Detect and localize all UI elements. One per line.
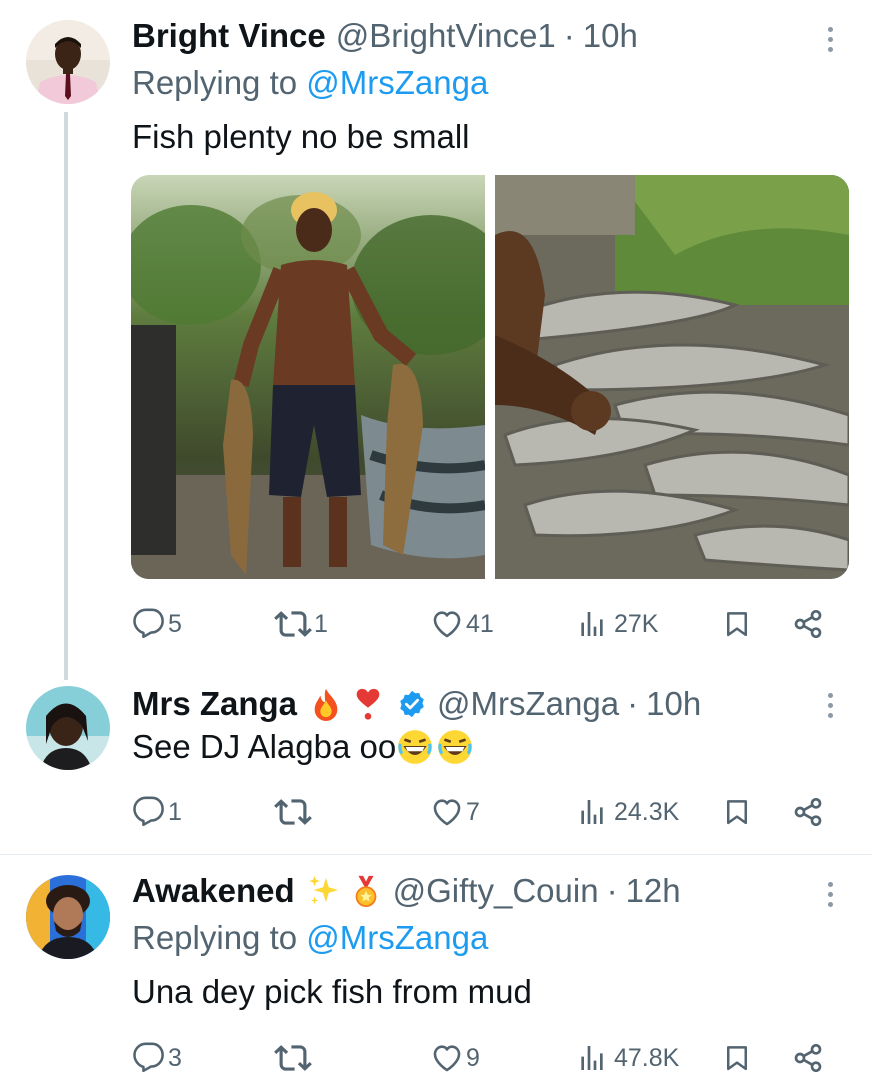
retweet-button[interactable]: [274, 792, 312, 832]
share-icon: [792, 1042, 824, 1074]
author-name[interactable]: Bright Vince: [132, 17, 326, 55]
reply-icon: [132, 1041, 166, 1075]
reply-count: 5: [168, 609, 182, 638]
medal-emoji: [355, 875, 377, 908]
like-button[interactable]: 7: [430, 792, 480, 832]
author-name[interactable]: Awakened: [132, 872, 295, 910]
share-icon: [792, 796, 824, 828]
avatar-awakened[interactable]: [26, 875, 110, 959]
like-count: 41: [466, 609, 494, 638]
reply-icon: [132, 607, 166, 641]
reply-count: 3: [168, 1043, 182, 1072]
tweet-header: Mrs Zanga @MrsZanga · 10h: [132, 682, 701, 726]
bookmark-icon: [722, 608, 752, 640]
verified-badge-icon: [400, 690, 424, 718]
tweet-text: See DJ Alagba oo: [132, 728, 474, 766]
fire-emoji: [314, 688, 338, 721]
views-icon: [576, 796, 608, 828]
more-icon[interactable]: [826, 693, 834, 718]
tweet-header: Awakened @Gifty_Couin · 12h: [132, 869, 681, 913]
views-count: 47.8K: [614, 1043, 680, 1072]
like-button[interactable]: 41: [430, 604, 494, 644]
sparkles-emoji: [309, 875, 338, 905]
avatar-mrs-zanga[interactable]: [26, 686, 110, 770]
like-icon: [430, 607, 464, 641]
bookmark-icon: [722, 1042, 752, 1074]
bookmark-button[interactable]: [722, 792, 752, 832]
reply-icon: [132, 795, 166, 829]
heart-emoji: [356, 688, 380, 720]
retweet-count: 1: [314, 609, 328, 638]
separator-dot: ·: [606, 872, 618, 909]
like-icon: [430, 1041, 464, 1075]
mention-link[interactable]: @MrsZanga: [306, 919, 488, 956]
reply-button[interactable]: 1: [132, 792, 182, 832]
photo-catfish-pile[interactable]: [495, 175, 849, 579]
more-icon[interactable]: [826, 882, 834, 907]
replying-to: Replying to @MrsZanga: [132, 64, 488, 102]
replying-to: Replying to @MrsZanga: [132, 919, 488, 957]
tweet-header: Bright Vince @BrightVince1 · 10h: [132, 14, 638, 58]
like-icon: [430, 795, 464, 829]
views-icon: [576, 608, 608, 640]
author-handle[interactable]: @Gifty_Couin: [393, 872, 599, 910]
laughing-emoji: [398, 730, 433, 764]
tweet-actions: 1 7 24.3K: [132, 792, 832, 832]
tweet-text-content: See DJ Alagba oo: [132, 728, 397, 765]
tweet-text: Fish plenty no be small: [132, 118, 470, 155]
like-count: 7: [466, 797, 480, 826]
replying-prefix: Replying to: [132, 64, 298, 101]
separator-dot: ·: [627, 685, 639, 722]
tweet-actions: 5 1 41 27K: [132, 604, 832, 644]
retweet-icon: [274, 1039, 312, 1077]
views-button[interactable]: 27K: [576, 604, 658, 644]
author-name[interactable]: Mrs Zanga: [132, 685, 297, 723]
retweet-icon: [274, 605, 312, 643]
tweet-bright-vince[interactable]: Bright Vince @BrightVince1 · 10h Replyin…: [0, 0, 872, 680]
photo-man-with-catfish[interactable]: [131, 175, 485, 579]
share-button[interactable]: [792, 604, 824, 644]
tweet-awakened[interactable]: Awakened @Gifty_Couin · 12h Replying to …: [0, 855, 872, 1080]
more-icon[interactable]: [826, 27, 834, 52]
views-button[interactable]: 24.3K: [576, 792, 679, 832]
share-button[interactable]: [792, 1038, 824, 1078]
bookmark-button[interactable]: [722, 1038, 752, 1078]
retweet-button[interactable]: 1: [274, 604, 328, 644]
author-handle[interactable]: @BrightVince1: [336, 17, 556, 55]
views-count: 24.3K: [614, 797, 680, 826]
retweet-button[interactable]: [274, 1038, 312, 1078]
timestamp[interactable]: 10h: [646, 685, 701, 723]
timestamp[interactable]: 10h: [583, 17, 638, 55]
retweet-icon: [274, 793, 312, 831]
tweet-text: Una dey pick fish from mud: [132, 973, 532, 1010]
views-icon: [576, 1042, 608, 1074]
avatar-bright-vince[interactable]: [26, 20, 110, 104]
reply-button[interactable]: 5: [132, 604, 182, 644]
bookmark-button[interactable]: [722, 604, 752, 644]
like-count: 9: [466, 1043, 480, 1072]
bookmark-icon: [722, 796, 752, 828]
thread-line: [64, 112, 68, 680]
tweet-mrs-zanga[interactable]: Mrs Zanga @MrsZanga · 10h See DJ Alagba …: [0, 670, 872, 854]
mention-link[interactable]: @MrsZanga: [306, 64, 488, 101]
views-count: 27K: [614, 609, 659, 638]
laughing-emoji: [438, 730, 473, 764]
reply-count: 1: [168, 797, 182, 826]
replying-prefix: Replying to: [132, 919, 298, 956]
separator-dot: ·: [563, 17, 575, 54]
views-button[interactable]: 47.8K: [576, 1038, 679, 1078]
share-icon: [792, 608, 824, 640]
reply-button[interactable]: 3: [132, 1038, 182, 1078]
tweet-media[interactable]: [131, 175, 849, 579]
tweet-actions: 3 9 47.8K: [132, 1038, 832, 1078]
timestamp[interactable]: 12h: [626, 872, 681, 910]
author-handle[interactable]: @MrsZanga: [437, 685, 619, 723]
share-button[interactable]: [792, 792, 824, 832]
like-button[interactable]: 9: [430, 1038, 480, 1078]
